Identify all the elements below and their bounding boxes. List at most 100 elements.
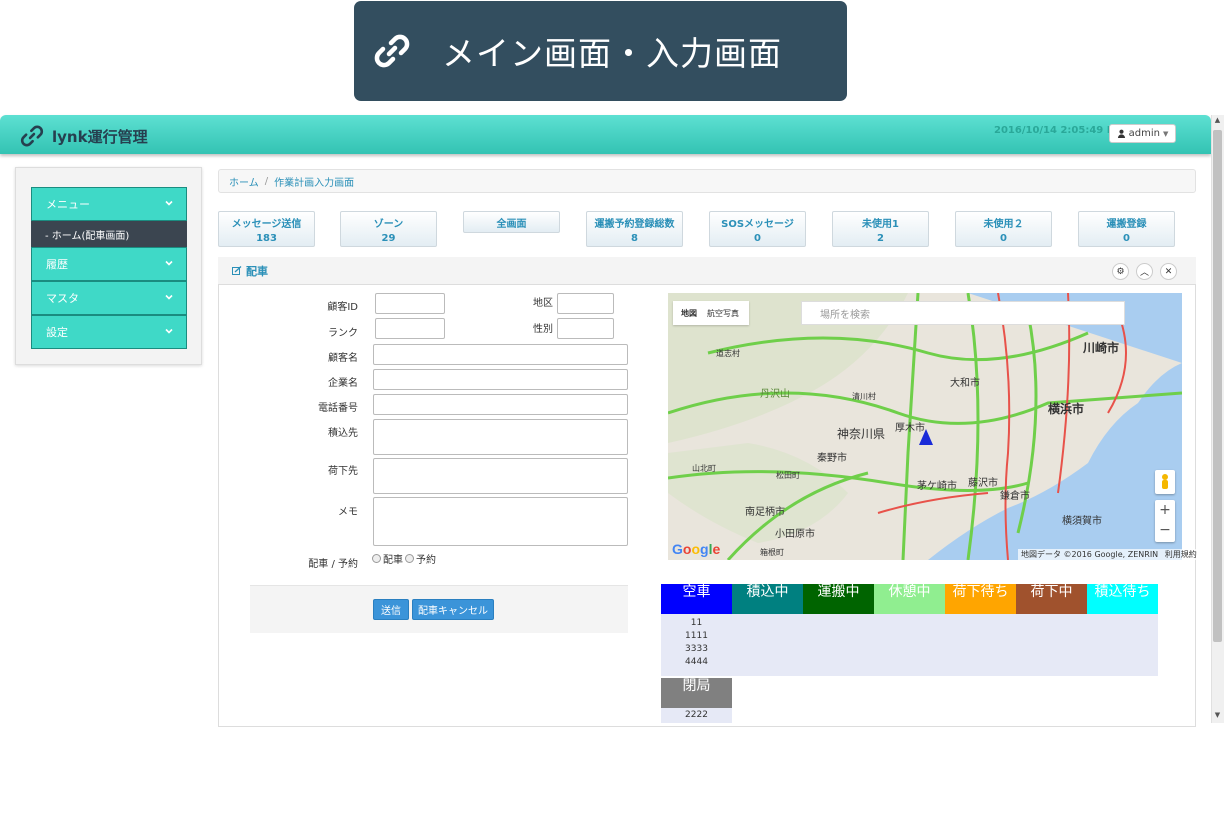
stat-value: 0 xyxy=(1123,233,1130,244)
status-header-empty: 空車 xyxy=(661,584,732,614)
sidebar-item-master[interactable]: マスタ xyxy=(31,281,187,315)
stat-label: 全画面 xyxy=(496,219,527,230)
stat-label: 運搬予約登録総数 xyxy=(594,219,675,230)
map-place-label: 横浜市 xyxy=(1048,402,1085,416)
stat-label: 未使用1 xyxy=(862,219,899,230)
map-place-label: 藤沢市 xyxy=(968,478,998,489)
stat-label: 未使用２ xyxy=(983,219,1024,230)
stat-label: メッセージ送信 xyxy=(231,219,302,230)
sidebar-item-menu[interactable]: メニュー xyxy=(31,187,187,221)
scroll-up-arrow-icon[interactable]: ▲ xyxy=(1212,116,1223,126)
dispatch-type-radio-group: 配車 予約 xyxy=(372,551,436,566)
map-terms-link[interactable]: 利用規約 xyxy=(1165,550,1197,559)
reserve-radio[interactable] xyxy=(405,554,414,563)
cancel-dispatch-button[interactable]: 配車キャンセル xyxy=(412,599,494,620)
memo-label: メモ xyxy=(338,507,358,518)
aerial-tab[interactable]: 航空写真 xyxy=(707,308,739,319)
panel-title: 配車 xyxy=(246,264,268,278)
map-place-label: 秦野市 xyxy=(817,453,847,464)
stat-unused-2[interactable]: 未使用２ 0 xyxy=(955,211,1052,247)
customer-name-label: 顧客名 xyxy=(328,353,358,364)
load-from-textarea[interactable] xyxy=(373,419,628,455)
stat-value: 8 xyxy=(631,233,638,244)
caret-down-icon: ▼ xyxy=(1162,129,1169,138)
brand-logo[interactable]: lynk運行管理 xyxy=(18,121,148,151)
closed-vehicle-list: 2222 xyxy=(661,708,732,723)
map-place-label: 丹沢山 xyxy=(760,389,790,400)
scroll-down-arrow-icon[interactable]: ▼ xyxy=(1212,711,1223,721)
gender-label: 性別 xyxy=(533,324,553,335)
map-place-label: 清川村 xyxy=(852,392,876,401)
sidebar-item-label: 履歴 xyxy=(46,258,68,271)
chevron-down-icon xyxy=(165,328,173,334)
breadcrumb-home-link[interactable]: ホーム xyxy=(229,174,259,189)
map-search-input[interactable]: 場所を検索 xyxy=(801,301,1125,325)
map-credit-text: 地図データ ©2016 Google, ZENRIN xyxy=(1021,550,1159,559)
vehicle-id[interactable]: 11 xyxy=(661,617,732,630)
sidebar-subitem-home[interactable]: - ホーム(配車画面) xyxy=(31,221,187,247)
map-view[interactable] xyxy=(668,293,1182,560)
dispatch-radio[interactable] xyxy=(372,554,381,563)
vehicle-id[interactable]: 1111 xyxy=(661,630,732,643)
customer-id-input[interactable] xyxy=(375,293,445,314)
memo-textarea[interactable] xyxy=(373,497,628,546)
rank-label: ランク xyxy=(328,328,358,339)
close-icon[interactable]: ✕ xyxy=(1160,263,1177,280)
unload-to-textarea[interactable] xyxy=(373,458,628,494)
stat-message-send[interactable]: メッセージ送信 183 xyxy=(218,211,315,247)
scrollbar-thumb[interactable] xyxy=(1213,130,1222,642)
rank-input[interactable] xyxy=(375,318,445,339)
stat-value: 183 xyxy=(256,233,277,244)
map-place-label: 鎌倉市 xyxy=(1000,491,1030,502)
slide-title-banner: メイン画面・入力画面 xyxy=(354,1,847,101)
sidebar-item-history[interactable]: 履歴 xyxy=(31,247,187,281)
vehicle-id[interactable]: 3333 xyxy=(661,643,732,656)
customer-name-input[interactable] xyxy=(373,344,628,365)
stat-transport-registration[interactable]: 運搬登録 0 xyxy=(1078,211,1175,247)
phone-input[interactable] xyxy=(373,394,628,415)
map-place-label: 茅ケ崎市 xyxy=(917,481,957,492)
status-cell-transporting xyxy=(803,614,874,676)
stat-value: 0 xyxy=(1000,233,1007,244)
stat-sos[interactable]: SOSメッセージ 0 xyxy=(709,211,806,247)
current-datetime: 2016/10/14 2:05:49 PM xyxy=(994,125,1124,136)
map-credit: 地図データ ©2016 Google, ZENRIN 利用規約 xyxy=(1018,549,1200,560)
stat-label: SOSメッセージ xyxy=(721,219,794,230)
zoom-in-icon[interactable]: + xyxy=(1155,500,1175,520)
link-icon xyxy=(374,34,410,68)
chevron-down-icon xyxy=(165,200,173,206)
status-cell-resting xyxy=(874,614,945,676)
chevron-down-icon xyxy=(165,294,173,300)
chevron-up-icon[interactable]: ︿ xyxy=(1136,263,1153,280)
vehicle-id[interactable]: 2222 xyxy=(685,710,708,720)
zoom-out-icon[interactable]: − xyxy=(1155,520,1175,540)
stat-value: 29 xyxy=(381,233,396,244)
stat-label: ゾーン xyxy=(373,219,404,230)
status-header-waiting-load: 積込待ち xyxy=(1087,584,1158,614)
map-zoom-control: + − xyxy=(1155,500,1175,542)
stat-reservations[interactable]: 運搬予約登録総数 8 xyxy=(586,211,683,247)
gender-input[interactable] xyxy=(557,318,614,339)
map-tab[interactable]: 地図 xyxy=(681,308,697,319)
map-place-label: 横須賀市 xyxy=(1062,516,1102,527)
company-name-label: 企業名 xyxy=(328,378,358,389)
empty-vehicle-list: 11 1111 3333 4444 xyxy=(661,617,732,669)
gear-icon[interactable]: ⚙ xyxy=(1112,263,1129,280)
map-place-label: 大和市 xyxy=(950,378,980,389)
stat-unused-1[interactable]: 未使用1 2 xyxy=(832,211,929,247)
submit-button[interactable]: 送信 xyxy=(373,599,409,620)
area-input[interactable] xyxy=(557,293,614,314)
status-header-unloading: 荷下中 xyxy=(1016,584,1087,614)
status-cell-waiting-load xyxy=(1087,614,1158,676)
company-name-input[interactable] xyxy=(373,369,628,390)
stat-label: 運搬登録 xyxy=(1106,219,1147,230)
status-header-waiting-unload: 荷下待ち xyxy=(945,584,1016,614)
user-menu-button[interactable]: admin ▼ xyxy=(1109,124,1176,143)
vehicle-id[interactable]: 4444 xyxy=(661,656,732,669)
stat-zone[interactable]: ゾーン 29 xyxy=(340,211,437,247)
street-view-pegman-icon[interactable] xyxy=(1155,470,1175,494)
status-header-closed: 閉局 xyxy=(661,678,732,708)
stat-value: 2 xyxy=(877,233,884,244)
stat-fullscreen[interactable]: 全画面 xyxy=(463,211,560,233)
sidebar-item-settings[interactable]: 設定 xyxy=(31,315,187,349)
